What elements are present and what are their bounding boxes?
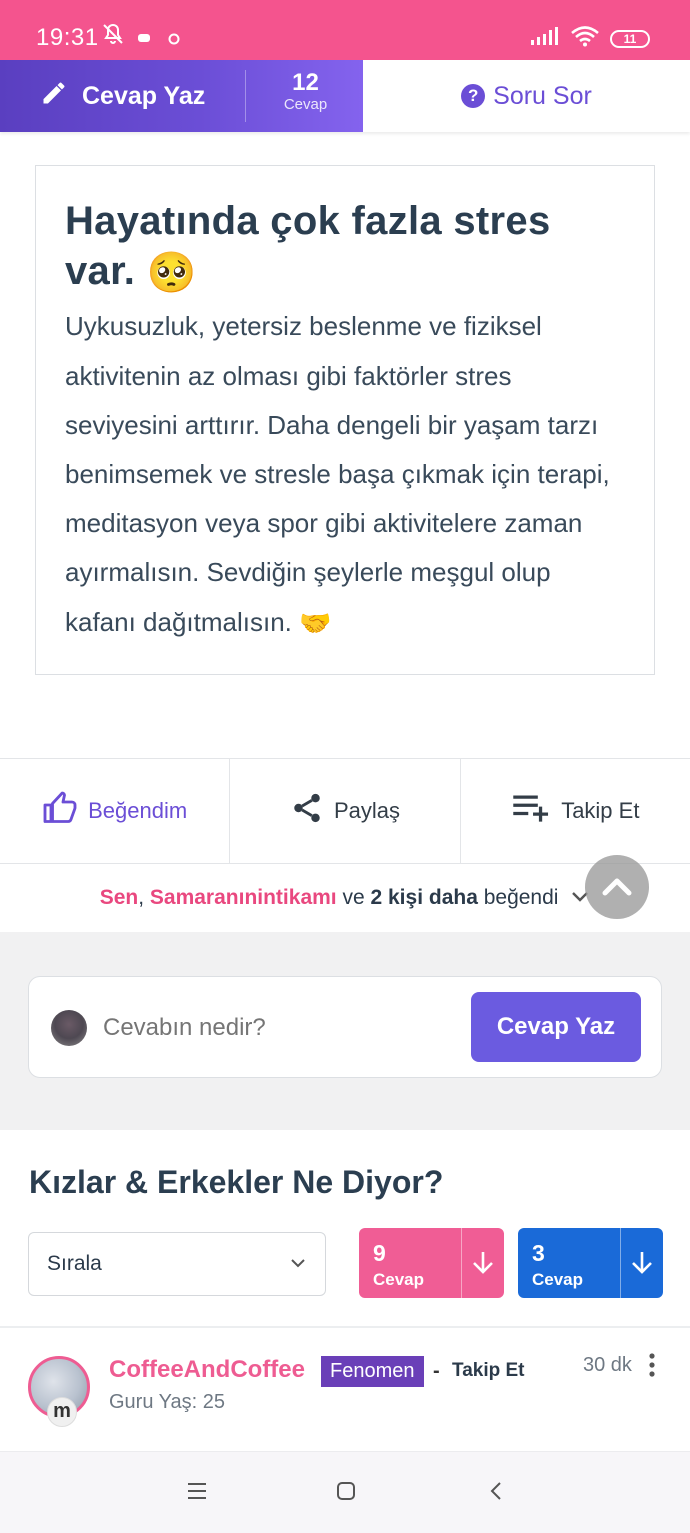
pencil-icon	[40, 79, 68, 114]
girls-answer-label: Cevap	[373, 1270, 425, 1289]
avatar	[51, 1010, 87, 1046]
notification-icon	[137, 31, 151, 49]
divider	[461, 1228, 462, 1298]
chevron-up-icon	[602, 878, 632, 896]
more-options-icon[interactable]	[647, 1352, 657, 1383]
thumbs-up-icon	[42, 790, 78, 832]
rank-badge: Fenomen	[321, 1356, 424, 1387]
answer-body-text: Uykusuzluk, yetersiz beslenme ve fizikse…	[65, 311, 610, 637]
boys-answer-label: Cevap	[532, 1270, 584, 1289]
username-link[interactable]: CoffeeAndCoffee	[109, 1356, 305, 1384]
answers-section-title: Kızlar & Erkekler Ne Diyor?	[29, 1164, 444, 1200]
sort-select[interactable]: Sırala	[28, 1232, 326, 1296]
chevron-down-icon	[289, 1233, 307, 1320]
status-time: 19:31	[36, 24, 99, 51]
share-button[interactable]: Paylaş	[229, 759, 459, 863]
submit-answer-button[interactable]: Cevap Yaz	[471, 992, 641, 1062]
write-answer-label: Cevap Yaz	[82, 81, 206, 110]
status-bar: 19:31 11	[0, 0, 690, 60]
recent-apps-icon[interactable]	[186, 1480, 208, 1507]
answer-body: Uykusuzluk, yetersiz beslenme ve fizikse…	[65, 302, 626, 648]
answer-count-number: 12	[292, 69, 319, 96]
answer-time: 30 dk	[583, 1354, 632, 1376]
wifi-icon	[570, 25, 600, 52]
boys-answers-filter[interactable]: 3 Cevap	[518, 1228, 663, 1298]
playlist-add-icon	[511, 793, 551, 829]
bell-off-icon	[101, 22, 125, 51]
battery-indicator: 11	[610, 29, 650, 48]
like-label: Beğendim	[88, 798, 188, 823]
action-row: Beğendim Paylaş Takip Et	[0, 758, 690, 864]
answer-input[interactable]	[103, 1005, 463, 1051]
home-icon[interactable]	[335, 1480, 357, 1507]
follow-user-button[interactable]: Takip Et	[452, 1360, 525, 1382]
question-icon: ?	[461, 84, 486, 108]
back-icon[interactable]	[485, 1480, 507, 1507]
arrow-down-icon	[471, 1250, 495, 1281]
write-answer-panel: Cevap Yaz 12 Cevap	[0, 60, 363, 132]
girls-answers-filter[interactable]: 9 Cevap	[359, 1228, 504, 1298]
user-level-badge: m	[47, 1397, 77, 1427]
ask-question-label: Soru Sor	[493, 81, 592, 110]
top-action-bar: Cevap Yaz 12 Cevap ? Soru Sor	[0, 60, 690, 132]
answer-title: Hayatında çok fazla stres var. 🥺	[65, 196, 626, 298]
divider	[620, 1228, 621, 1298]
like-button[interactable]: Beğendim	[0, 759, 229, 863]
sort-label: Sırala	[47, 1252, 102, 1275]
pleading-face-emoji: 🥺	[146, 251, 197, 296]
follow-label: Takip Et	[561, 798, 640, 823]
handshake-emoji: 🤝	[299, 608, 332, 639]
liker-others[interactable]: 2 kişi daha	[370, 886, 477, 909]
girls-answer-count: 9	[373, 1240, 386, 1266]
share-icon	[290, 791, 324, 831]
answer-count-label: Cevap	[283, 96, 328, 113]
liker-user[interactable]: Samaranınintikamı	[150, 886, 337, 909]
liker-you[interactable]: Sen	[100, 886, 139, 909]
system-nav-bar	[0, 1451, 690, 1533]
answer-title-text: Hayatında çok fazla stres var.	[65, 199, 551, 293]
liker-suffix: beğendi	[477, 886, 559, 909]
ask-question-button[interactable]: ? Soru Sor	[363, 60, 690, 132]
section-divider	[0, 1326, 690, 1328]
compose-box: Cevap Yaz	[28, 976, 662, 1078]
app-notification-icon	[168, 32, 180, 50]
signal-icon	[530, 26, 560, 51]
compose-section: Cevap Yaz	[0, 932, 690, 1130]
liker-and: ve	[336, 886, 371, 909]
scroll-to-top-button[interactable]	[585, 855, 649, 919]
user-meta: Guru Yaş: 25	[109, 1391, 225, 1413]
answer-count: 12 Cevap	[248, 69, 363, 114]
follow-button[interactable]: Takip Et	[459, 759, 690, 863]
answer-card: Hayatında çok fazla stres var. 🥺 Uykusuz…	[35, 165, 655, 675]
meta-separator: -	[433, 1360, 440, 1382]
arrow-down-icon	[630, 1250, 654, 1281]
liker-separator: ,	[138, 886, 150, 909]
share-label: Paylaş	[333, 798, 401, 823]
boys-answer-count: 3	[532, 1240, 545, 1266]
write-answer-button[interactable]: Cevap Yaz	[40, 60, 205, 132]
divider	[245, 70, 246, 122]
